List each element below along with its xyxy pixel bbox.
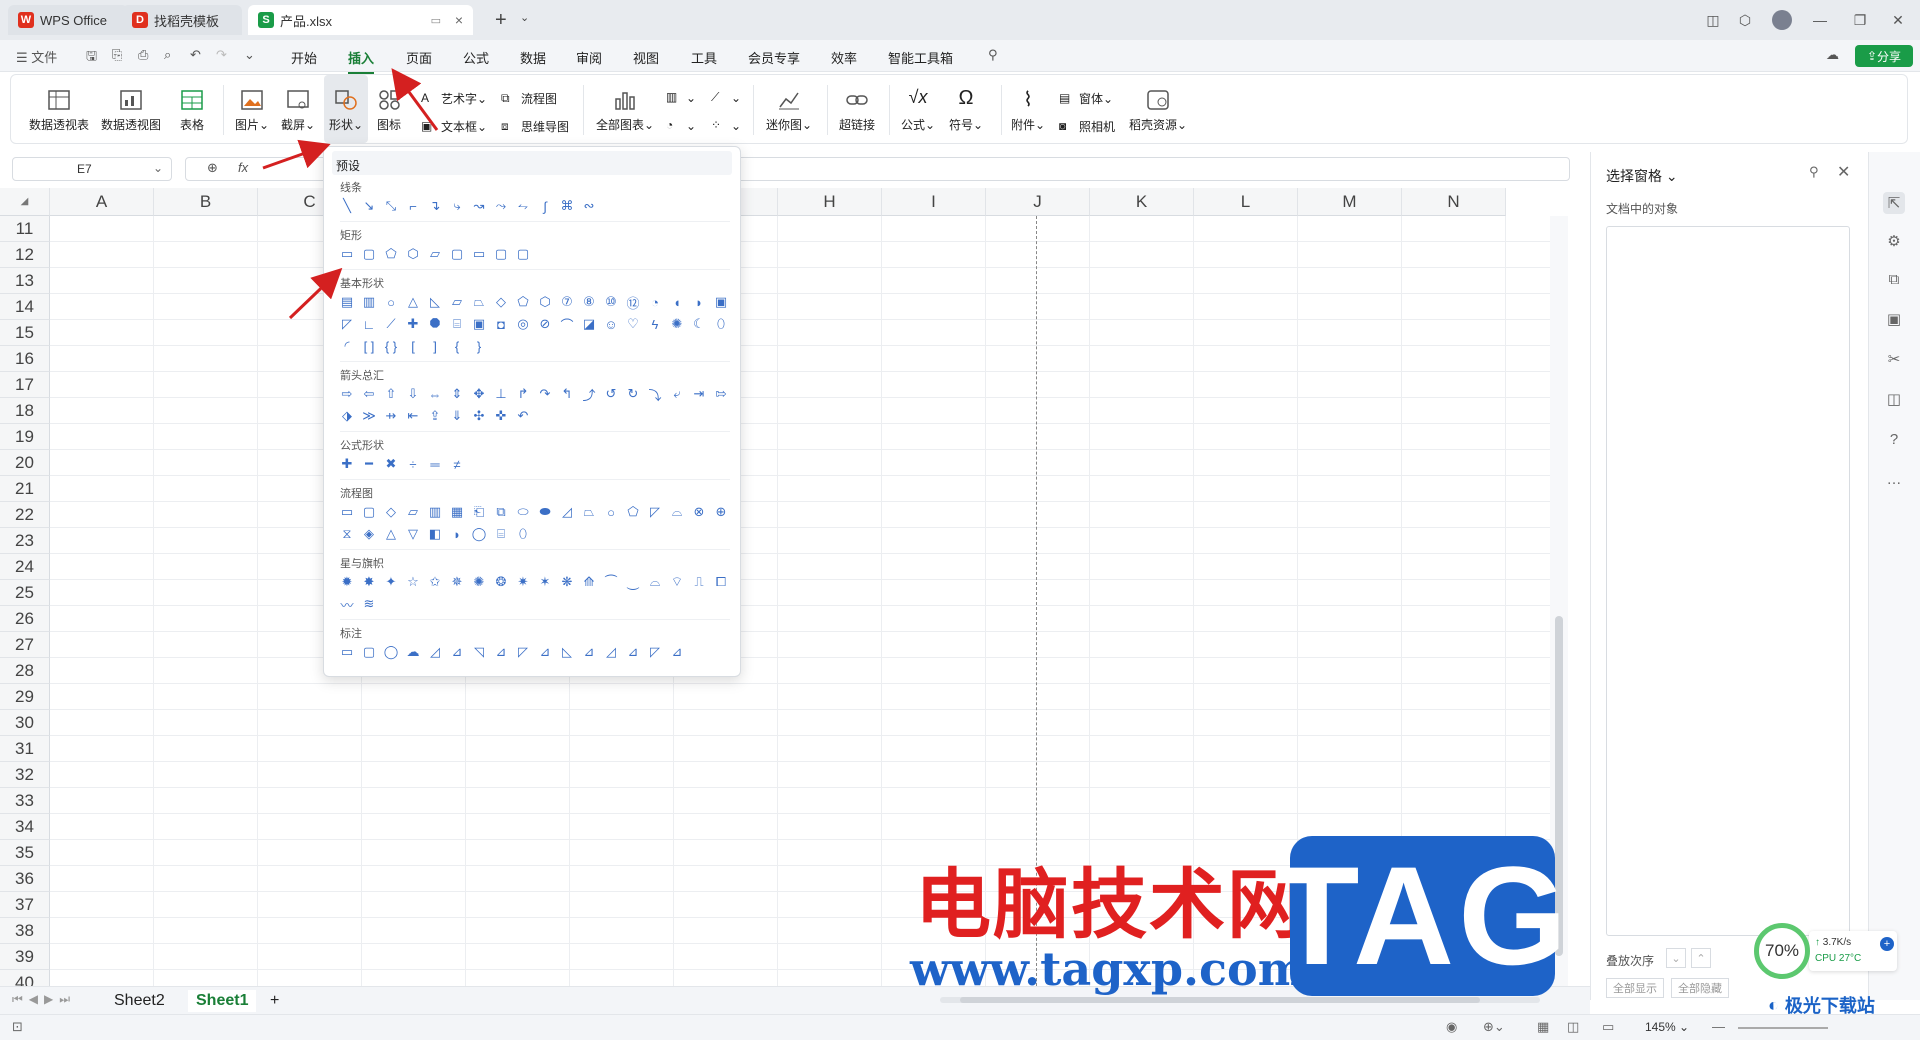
- arrow-to-rectangle: [288, 267, 343, 320]
- arrow-to-shapes-button: [262, 139, 331, 170]
- annotation-arrows: [262, 68, 439, 320]
- arrow-to-insert-tab: [391, 68, 439, 131]
